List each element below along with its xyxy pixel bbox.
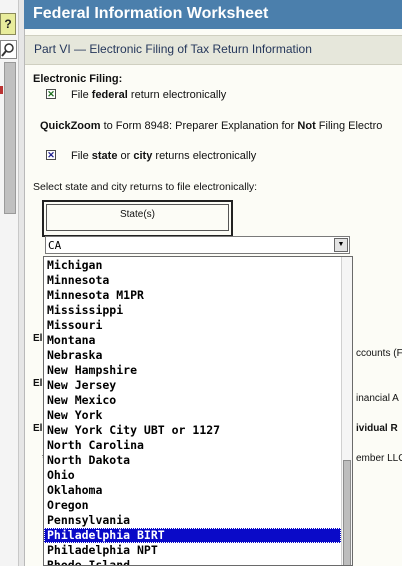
dropdown-option[interactable]: Minnesota M1PR (44, 288, 341, 303)
behind-text: ember LLC (356, 453, 402, 464)
dropdown-option[interactable]: Ohio (44, 468, 341, 483)
dropdown-option[interactable]: Philadelphia BIRT (44, 528, 341, 543)
federal-efile-label: File federal return electronically (71, 89, 227, 101)
dropdown-option[interactable]: Rhode Island (44, 558, 341, 565)
dropdown-option[interactable]: Missouri (44, 318, 341, 333)
marker (0, 86, 3, 94)
left-toolbar: ? (0, 0, 19, 566)
dropdown-option[interactable]: Pennsylvania (44, 513, 341, 528)
dropdown-option[interactable]: Oregon (44, 498, 341, 513)
left-scrollbar[interactable] (4, 62, 16, 214)
scrollbar-thumb[interactable] (343, 460, 351, 565)
quickzoom-link[interactable]: QuickZoom to Form 8948: Preparer Explana… (40, 120, 382, 132)
checkmark-icon: ✕ (47, 150, 55, 160)
part-header: Part VI — Electronic Filing of Tax Retur… (25, 35, 402, 65)
select-prompt: Select state and city returns to file el… (33, 181, 258, 193)
dropdown-option[interactable]: Philadelphia NPT (44, 543, 341, 558)
behind-label: El (33, 378, 43, 389)
dropdown-option[interactable]: North Dakota (44, 453, 341, 468)
dropdown-option[interactable]: New York (44, 408, 341, 423)
dropdown-option[interactable]: New Jersey (44, 378, 341, 393)
dropdown-options: Michigan Minnesota Minnesota M1PR Mississip… (44, 258, 341, 565)
dropdown-option[interactable]: New Hampshire (44, 363, 341, 378)
behind-text: inancial A (356, 393, 399, 404)
dropdown-option[interactable]: Oklahoma (44, 483, 341, 498)
magnifier-icon (1, 43, 14, 57)
section-label: Electronic Filing: (33, 73, 123, 85)
dropdown-option[interactable]: New York City UBT or 1127 (44, 423, 341, 438)
zoom-button[interactable] (0, 40, 17, 59)
behind-label: El (33, 423, 43, 434)
dropdown-option[interactable]: Michigan (44, 258, 341, 273)
dropdown-option[interactable]: New Mexico (44, 393, 341, 408)
help-button[interactable]: ? (0, 13, 16, 35)
window-title: Federal Information Worksheet (33, 5, 269, 22)
window-title-bar: Federal Information Worksheet (24, 0, 402, 29)
dropdown-option[interactable]: Mississippi (44, 303, 341, 318)
checkmark-icon: ✕ (47, 89, 55, 99)
dropdown-option[interactable]: Nebraska (44, 348, 341, 363)
dropdown-arrow-button[interactable]: ▼ (334, 238, 348, 252)
dropdown-option[interactable]: North Carolina (44, 438, 341, 453)
part-header-title: Part VI — Electronic Filing of Tax Retur… (34, 42, 312, 56)
state-column-header: State(s) (46, 204, 229, 231)
state-combobox[interactable]: CA ▼ (45, 236, 350, 254)
federal-efile-checkbox[interactable]: ✕ (46, 89, 56, 99)
behind-text: ccounts (F (356, 348, 402, 359)
state-dropdown-list[interactable]: Michigan Minnesota Minnesota M1PR Mississip… (43, 256, 353, 566)
chevron-down-icon: ▼ (337, 241, 345, 248)
dropdown-option[interactable]: Minnesota (44, 273, 341, 288)
behind-text: ividual R (356, 423, 398, 434)
state-efile-checkbox[interactable]: ✕ (46, 150, 56, 160)
dropdown-scrollbar[interactable] (341, 257, 352, 565)
combobox-value: CA (48, 239, 62, 252)
behind-label: El (33, 333, 43, 344)
state-efile-label: File state or city returns electronicall… (71, 150, 257, 162)
dropdown-option[interactable]: Montana (44, 333, 341, 348)
state-table: State(s) (42, 200, 233, 237)
